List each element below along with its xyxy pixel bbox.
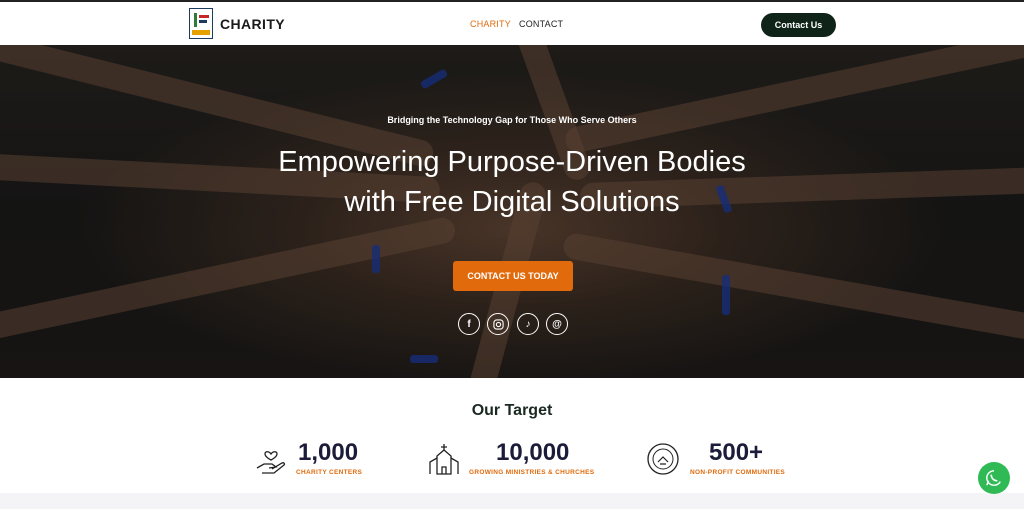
headline-line-2: with Free Digital Solutions [344, 186, 680, 218]
stat-value-charity-centers: 1,000 [298, 439, 359, 466]
whatsapp-icon [986, 470, 1001, 486]
stat-value-non-profit: 500+ [709, 439, 764, 466]
stat-label-non-profit: NON-PROFIT COMMUNITIES [690, 469, 786, 476]
threads-icon[interactable]: @ [546, 313, 568, 335]
hero-section: Bridging the Technology Gap for Those Wh… [0, 45, 1024, 378]
hero-kicker: Bridging the Technology Gap for Those Wh… [387, 115, 637, 125]
top-navigation-bar: CHARITY CHARITY CONTACT Contact Us [0, 0, 1024, 45]
stat-label-charity-centers: CHARITY CENTERS [296, 469, 363, 476]
headline-line-1: Empowering Purpose-Driven Bodies [278, 146, 746, 178]
facebook-icon[interactable]: f [458, 313, 480, 335]
whatsapp-chat-button[interactable] [978, 462, 1010, 494]
hero-headline: Empowering Purpose-Driven Bodies with Fr… [0, 142, 1024, 222]
contact-us-today-button[interactable]: CONTACT US TODAY [453, 261, 573, 291]
non-profit-icon [647, 443, 679, 475]
instagram-icon[interactable] [487, 313, 509, 335]
church-icon [429, 444, 459, 475]
tiktok-icon[interactable]: ♪ [517, 313, 539, 335]
stat-label-ministries: GROWING MINISTRIES & CHURCHES [469, 469, 595, 476]
nav-item-charity[interactable]: CHARITY [470, 19, 511, 29]
heart-hand-icon [256, 451, 286, 474]
nav-item-contact[interactable]: CONTACT [519, 19, 563, 29]
contact-us-button[interactable]: Contact Us [761, 13, 836, 37]
brand-name[interactable]: CHARITY [220, 16, 285, 32]
restart-logo[interactable] [189, 8, 213, 39]
section-title: Our Target [471, 402, 553, 419]
stat-value-ministries: 10,000 [496, 439, 570, 466]
